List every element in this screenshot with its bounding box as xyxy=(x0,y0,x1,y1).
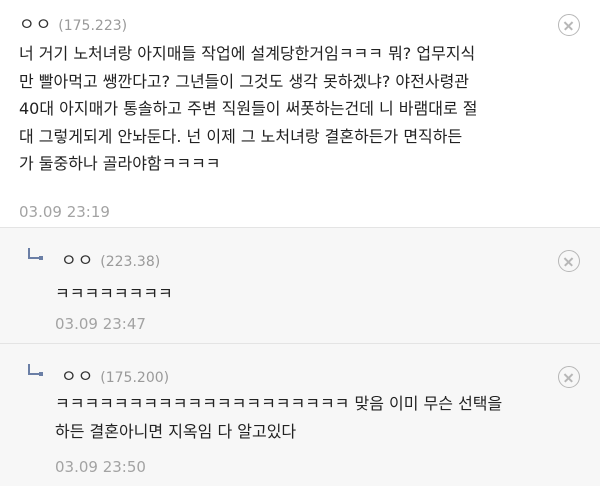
close-icon[interactable] xyxy=(558,14,580,36)
comment-timestamp: 03.09 23:47 xyxy=(55,315,146,333)
reply-arrow-icon xyxy=(28,364,43,376)
reply-comment: ㅇㅇ (223.38) ㅋㅋㅋㅋㅋㅋㅋㅋ 03.09 23:47 xyxy=(0,228,600,344)
close-icon[interactable] xyxy=(558,366,580,388)
comment-body: 너 거기 노처녀랑 아지매들 작업에 설계당한거임ㅋㅋㅋ 뭐? 업무지식 만 빨… xyxy=(19,40,585,178)
comment-header: ㅇㅇ (223.38) xyxy=(61,246,160,271)
reply-arrow-icon xyxy=(28,248,43,260)
comment-text-line: ㅋㅋㅋㅋㅋㅋㅋㅋㅋㅋㅋㅋㅋㅋㅋㅋㅋㅋㅋㅋ 맞음 이미 무슨 선택을 xyxy=(55,394,503,413)
comment-text-line: 40대 아지매가 통솔하고 주변 직원들이 써폿하는건데 니 바램대로 절 xyxy=(19,99,478,118)
comment-author[interactable]: ㅇㅇ xyxy=(61,362,94,387)
comment-timestamp: 03.09 23:19 xyxy=(19,203,110,221)
comment-text-line: 너 거기 노처녀랑 아지매들 작업에 설계당한거임ㅋㅋㅋ 뭐? 업무지식 xyxy=(19,44,476,63)
comment-ip: (175.223) xyxy=(58,18,128,34)
comment-text-line: 하든 결혼아니면 지옥임 다 알고있다 xyxy=(55,421,297,441)
comment-text-line: 가 둘중하나 골라야함ㅋㅋㅋㅋ xyxy=(19,154,221,173)
comment-text-line: 만 빨아먹고 쌩깐다고? 그년들이 그것도 생각 못하겠냐? 야전사령관 xyxy=(19,71,470,91)
comment-timestamp: 03.09 23:50 xyxy=(55,458,146,476)
comment-ip: (223.38) xyxy=(100,254,161,270)
close-icon[interactable] xyxy=(558,250,580,272)
comment-ip: (175.200) xyxy=(100,370,170,386)
comment-author[interactable]: ㅇㅇ xyxy=(19,10,52,35)
comment-body: ㅋㅋㅋㅋㅋㅋㅋㅋ xyxy=(55,280,575,308)
comment-author[interactable]: ㅇㅇ xyxy=(61,246,94,271)
comment: ㅇㅇ (175.223) 너 거기 노처녀랑 아지매들 작업에 설계당한거임ㅋㅋ… xyxy=(0,0,600,228)
comment-text-line: ㅋㅋㅋㅋㅋㅋㅋㅋ xyxy=(55,284,173,303)
comment-header: ㅇㅇ (175.223) xyxy=(19,10,127,35)
comment-body: ㅋㅋㅋㅋㅋㅋㅋㅋㅋㅋㅋㅋㅋㅋㅋㅋㅋㅋㅋㅋ 맞음 이미 무슨 선택을 하든 결혼아… xyxy=(55,390,595,445)
reply-comment: ㅇㅇ (175.200) ㅋㅋㅋㅋㅋㅋㅋㅋㅋㅋㅋㅋㅋㅋㅋㅋㅋㅋㅋㅋ 맞음 이미 … xyxy=(0,344,600,486)
comment-header: ㅇㅇ (175.200) xyxy=(61,362,169,387)
comment-text-line: 대 그렇게되게 안놔둔다. 넌 이제 그 노처녀랑 결혼하든가 면직하든 xyxy=(19,126,463,146)
